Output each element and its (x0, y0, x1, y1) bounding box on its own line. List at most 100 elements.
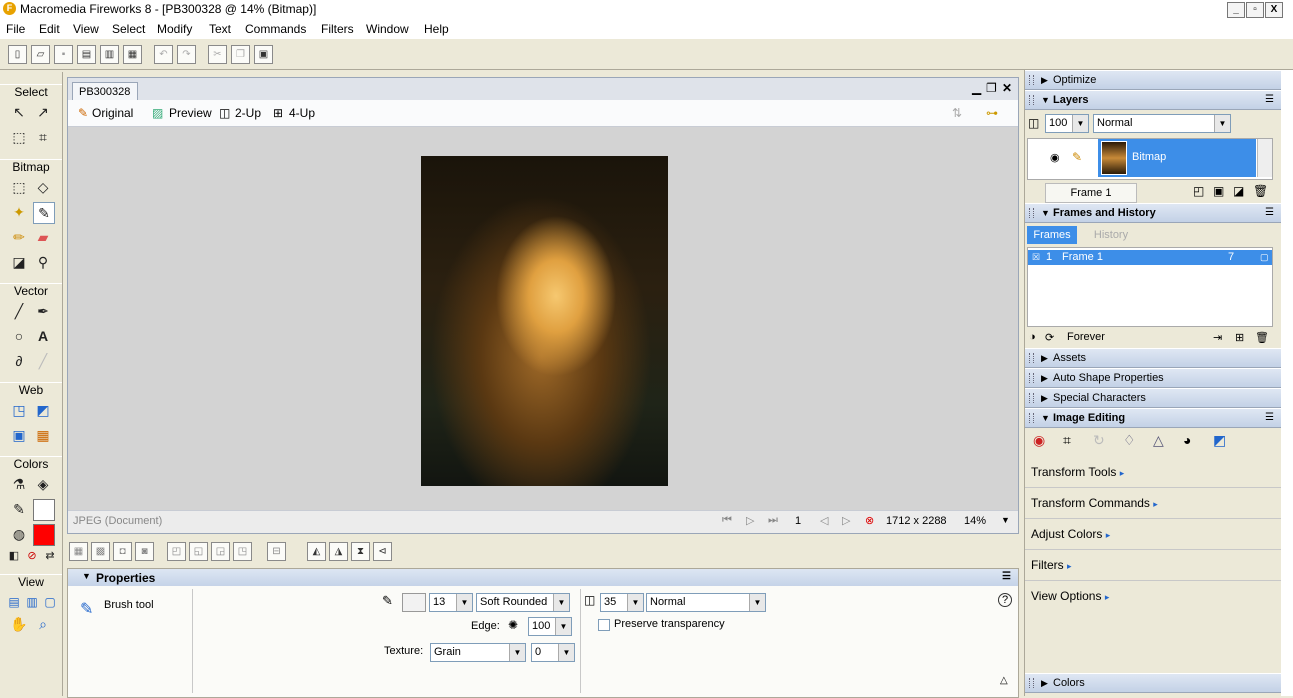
full-screen-menu-mode-icon[interactable]: ▥ (22, 592, 42, 612)
eraser-tool-icon[interactable]: ▰ (33, 227, 53, 247)
tab-frames[interactable]: Frames (1027, 226, 1077, 244)
adjust-colors-item[interactable]: Adjust Colors ▸ (1025, 519, 1281, 550)
dodge-burn-icon[interactable]: ◕ (1183, 432, 1191, 448)
menu-help[interactable]: Help (424, 22, 449, 36)
loop-icon[interactable]: ⟳ (1045, 331, 1054, 344)
options-menu-icon[interactable]: ☰ (1265, 204, 1274, 222)
menu-select[interactable]: Select (112, 22, 145, 36)
options-menu-icon[interactable]: ☰ (1265, 91, 1274, 109)
layer-frame-label[interactable]: Frame 1 (1045, 183, 1137, 203)
rotate-left-icon[interactable]: ◭ (307, 542, 326, 561)
help-icon[interactable]: ? (998, 593, 1012, 607)
marquee-tool-icon[interactable]: ⬚ (9, 177, 29, 197)
blur-drop-icon[interactable]: ♢ (1123, 432, 1136, 449)
import-icon[interactable]: ▤ (77, 45, 96, 64)
doc-restore-icon[interactable]: ❐ (986, 81, 997, 95)
tab-original[interactable]: Original (92, 106, 133, 120)
prev-frame-icon[interactable]: ◁ (820, 514, 828, 527)
replace-color-icon[interactable]: ◩ (1213, 432, 1226, 449)
stroke-color-swatch[interactable] (33, 499, 55, 521)
export-icon[interactable]: ▥ (100, 45, 119, 64)
grip-icon[interactable] (1029, 75, 1034, 85)
open-folder-icon[interactable]: ▱ (31, 45, 50, 64)
next-frame-icon[interactable]: ▷ (842, 514, 850, 527)
eye-visibility-icon[interactable]: ◉ (1050, 151, 1060, 164)
frame-export-icon[interactable]: ▢ (1260, 250, 1269, 265)
tab-preview[interactable]: Preview (169, 106, 212, 120)
layers-panel-header[interactable]: ▼ Layers ☰ (1025, 90, 1281, 110)
chevron-down-icon[interactable]: ▼ (749, 594, 765, 611)
flip-vertical-icon[interactable]: ⊲ (373, 542, 392, 561)
frame-row[interactable]: ☒ 1 Frame 1 7 ▢ (1028, 250, 1272, 265)
layer-opacity-field[interactable]: 100 ▼ (1045, 114, 1089, 133)
menu-file[interactable]: File (6, 22, 25, 36)
tab-history[interactable]: History (1083, 226, 1139, 244)
frame-checkbox-icon[interactable]: ☒ (1032, 250, 1040, 265)
no-color-icon[interactable]: ⊘ (22, 546, 42, 566)
pencil-tool-icon[interactable]: ✏ (9, 227, 29, 247)
paint-bucket-tool-icon[interactable]: ◈ (33, 474, 53, 494)
send-backward-icon[interactable]: ◲ (211, 542, 230, 561)
scale-tool-icon[interactable]: ⬚ (9, 127, 29, 147)
colors-panel-header[interactable]: ▶ Colors (1025, 673, 1281, 693)
document-tab[interactable]: PB300328 (72, 82, 138, 101)
stop-icon[interactable]: ⊗ (865, 514, 874, 527)
redo-icon[interactable]: ↷ (177, 45, 196, 64)
print-icon[interactable]: ▦ (123, 45, 142, 64)
menu-commands[interactable]: Commands (245, 22, 306, 36)
chevron-down-icon[interactable]: ▼ (509, 644, 525, 661)
grip-icon[interactable] (1029, 373, 1034, 383)
frames-history-panel-header[interactable]: ▼ Frames and History ☰ (1025, 203, 1281, 223)
close-button[interactable]: X (1265, 2, 1283, 18)
last-frame-icon[interactable]: ⏭ (768, 514, 778, 527)
grip-icon[interactable] (1029, 95, 1034, 105)
crop-tool-icon[interactable]: ⌗ (33, 127, 53, 147)
flip-icon[interactable]: ⇅ (952, 106, 962, 120)
hotspot-tool-icon[interactable]: ◳ (9, 400, 29, 420)
join-icon[interactable]: ◘ (113, 542, 132, 561)
stroke-size-field[interactable]: 13 ▼ (429, 593, 473, 612)
image-editing-panel-header[interactable]: ▼ Image Editing ☰ (1025, 408, 1281, 428)
slice-tool-icon[interactable]: ◩ (33, 400, 53, 420)
stroke-color-box[interactable] (402, 593, 426, 612)
delete-frame-icon[interactable]: 🗑 (1255, 331, 1269, 344)
sharpen-icon[interactable]: △ (1153, 432, 1164, 449)
properties-header[interactable]: ▼ Properties ☰ (68, 569, 1018, 586)
paste-icon[interactable]: ▣ (254, 45, 273, 64)
loop-setting[interactable]: Forever (1067, 331, 1105, 343)
hand-tool-icon[interactable]: ✋ (9, 614, 29, 634)
transform-commands-item[interactable]: Transform Commands ▸ (1025, 488, 1281, 519)
texture-select[interactable]: Grain ▼ (430, 643, 526, 662)
eyedropper-tool-icon[interactable]: ⚗ (9, 474, 29, 494)
tab-4up[interactable]: 4-Up (289, 106, 315, 120)
grip-icon[interactable] (1029, 208, 1034, 218)
fill-color-icon[interactable]: ◍ (9, 524, 29, 544)
new-frame-icon[interactable]: ⊞ (1235, 331, 1244, 344)
text-tool-icon[interactable]: A (33, 326, 53, 346)
menu-view[interactable]: View (73, 22, 99, 36)
zoom-dropdown-icon[interactable]: ▼ (1001, 515, 1010, 525)
opacity-field[interactable]: 35 ▼ (600, 593, 644, 612)
hide-slices-icon[interactable]: ▣ (9, 425, 29, 445)
crop-icon[interactable]: ⌗ (1063, 432, 1071, 449)
auto-shape-panel-header[interactable]: ▶ Auto Shape Properties (1025, 368, 1281, 388)
distribute-frames-icon[interactable]: ⇥ (1213, 331, 1222, 344)
layer-blend-select[interactable]: Normal ▼ (1093, 114, 1231, 133)
knife-tool-icon[interactable]: ╱ (33, 351, 53, 371)
align-icon[interactable]: ⊟ (267, 542, 286, 561)
chevron-down-icon[interactable]: ▼ (555, 618, 571, 635)
group-icon[interactable]: ▦ (69, 542, 88, 561)
grip-icon[interactable] (1029, 413, 1034, 423)
grip-icon[interactable] (1029, 678, 1034, 688)
split-icon[interactable]: ◙ (135, 542, 154, 561)
assets-panel-header[interactable]: ▶ Assets (1025, 348, 1281, 368)
restore-button[interactable]: ▫ (1246, 2, 1264, 18)
ellipse-tool-icon[interactable]: ○ (9, 326, 29, 346)
bring-front-icon[interactable]: ◰ (167, 542, 186, 561)
play-icon[interactable]: ▷ (746, 514, 754, 527)
fill-color-swatch[interactable] (33, 524, 55, 546)
pen-tool-icon[interactable]: ✒ (33, 301, 53, 321)
chevron-down-icon[interactable]: ▼ (456, 594, 472, 611)
add-mask-icon[interactable]: ◪ (1233, 184, 1244, 198)
menu-filters[interactable]: Filters (321, 22, 354, 36)
